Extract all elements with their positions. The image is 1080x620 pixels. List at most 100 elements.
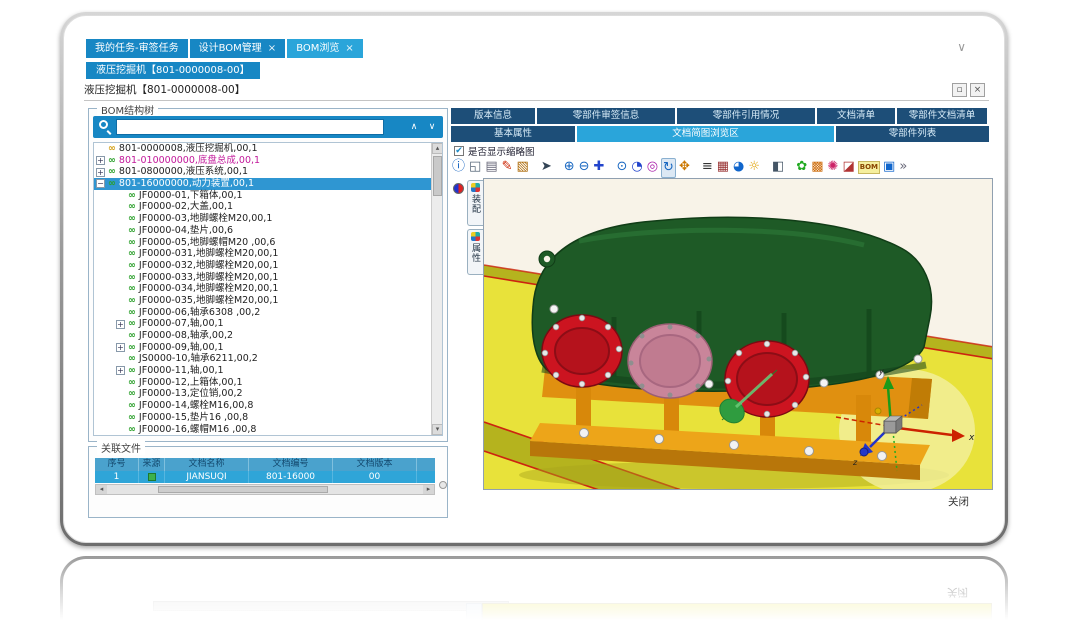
tree-item[interactable]: ∞JF0000-035,地脚螺栓M20,00,1 — [94, 295, 431, 307]
select-cursor-icon[interactable]: ➤ — [540, 158, 553, 176]
tree-item[interactable]: ∞JF0000-13,定位销,00,2 — [94, 388, 431, 400]
assemble-icon[interactable]: ▩ — [810, 158, 824, 176]
main-tab-1[interactable]: 我的任务-审签任务 — [86, 39, 188, 58]
tree-item[interactable]: ∞JF0000-14,螺栓M16,00,8 — [94, 400, 431, 412]
expander-icon[interactable]: − — [96, 179, 105, 188]
search-prev-icon[interactable]: ∧ — [407, 120, 421, 134]
scroll-thumb[interactable] — [158, 486, 328, 493]
document-subtab[interactable]: 液压挖掘机【801-0000008-00】 — [86, 62, 260, 79]
detail-tab-5[interactable]: 零部件文档清单 — [897, 108, 987, 124]
zoom-out-icon[interactable]: ⊖ — [578, 158, 591, 176]
resize-grip[interactable] — [439, 481, 447, 489]
explode-icon[interactable]: ✿ — [795, 158, 808, 176]
pan-icon[interactable]: ✥ — [678, 158, 691, 176]
tree-item[interactable]: ∞JF0000-033,地脚螺栓M20,00,1 — [94, 272, 431, 284]
column-header-5[interactable]: 文档版本 — [333, 458, 417, 471]
detail-tab2-2[interactable]: 文档简图浏览区 — [577, 126, 834, 142]
info-icon[interactable]: ⓘ — [451, 158, 466, 176]
expander-icon[interactable]: + — [96, 156, 105, 165]
zoom-area-icon[interactable]: ⊙ — [615, 158, 628, 176]
tree-item[interactable]: ∞JF0000-08,轴承,00,2 — [94, 330, 431, 342]
detail-tab-1[interactable]: 版本信息 — [451, 108, 535, 124]
fit-window-icon[interactable]: ✚ — [593, 158, 606, 176]
column-header-2[interactable]: 来源 — [139, 458, 165, 471]
search-next-icon[interactable]: ∨ — [425, 120, 439, 134]
print-icon[interactable]: ▤ — [484, 158, 498, 176]
overflow-icon[interactable]: » — [898, 158, 908, 176]
tab-close-icon[interactable]: × — [345, 44, 353, 54]
annotate-pen-icon[interactable]: ✎ — [501, 158, 514, 176]
expander-icon[interactable]: + — [116, 343, 125, 352]
expander-icon[interactable]: + — [96, 168, 105, 177]
tree-item[interactable]: +∞801-010000000,底盘总成,00,1 — [94, 155, 431, 167]
tree-scrollbar[interactable]: ▴ ▾ — [431, 143, 442, 435]
close-button[interactable]: 关闭 — [948, 494, 969, 509]
render-mode-icon[interactable]: ◕ — [732, 158, 745, 176]
tree-item[interactable]: ∞JF0000-16,螺帽M16 ,00,8 — [94, 424, 431, 436]
main-tab-3[interactable]: BOM浏览× — [287, 39, 363, 58]
column-header-3[interactable]: 文档名称 — [165, 458, 249, 471]
detail-tab2-1[interactable]: 基本属性 — [451, 126, 575, 142]
tree-item[interactable]: ∞JF0000-034,地脚螺栓M20,00,1 — [94, 283, 431, 295]
tree-item[interactable]: ∞JF0000-05,地脚螺帽M20 ,00,6 — [94, 237, 431, 249]
tree-item[interactable]: +∞JF0000-09,轴,00,1 — [94, 342, 431, 354]
tree-item[interactable]: ∞JF0000-031,地脚螺栓M20,00,1 — [94, 248, 431, 260]
image-icon[interactable]: ▧ — [516, 158, 530, 176]
expander-icon[interactable]: + — [116, 320, 125, 329]
main-tab-2[interactable]: 设计BOM管理× — [190, 39, 286, 58]
table-hscrollbar[interactable]: ◂ ▸ — [95, 484, 435, 495]
print-preview-icon[interactable]: ◱ — [468, 158, 482, 176]
section-icon[interactable]: ✺ — [827, 158, 840, 176]
view-mode-pie-icon[interactable] — [453, 183, 464, 194]
side-tab-2[interactable]: 属性 — [467, 229, 483, 275]
zoom-in-icon[interactable]: ⊕ — [563, 158, 576, 176]
scroll-thumb[interactable] — [433, 156, 442, 196]
thumbnail-checkbox[interactable]: ✔ — [454, 146, 464, 156]
detail-tab-4[interactable]: 文档清单 — [817, 108, 895, 124]
bom-icon[interactable]: BOM — [858, 161, 880, 174]
screen-icon[interactable]: ▣ — [882, 158, 896, 176]
expander-icon[interactable]: + — [116, 366, 125, 375]
tree-item[interactable]: −∞801-16000000,动力装置,00,1 — [94, 178, 431, 190]
tree-item-label: 801-010000000,底盘总成,00,1 — [119, 155, 260, 167]
tree-item[interactable]: ∞JF0000-02,大盖,00,1 — [94, 201, 431, 213]
scroll-down-icon[interactable]: ▾ — [432, 424, 443, 435]
restore-window-icon[interactable]: ▫ — [952, 83, 967, 97]
table-row[interactable]: 1JIANSUQI801-1600000 — [95, 471, 435, 483]
tree-item[interactable]: ∞JF0000-06,轴承6308 ,00,2 — [94, 307, 431, 319]
tree-item[interactable]: +∞JF0000-11,轴,00,1 — [94, 365, 431, 377]
snapshot-icon[interactable]: ◧ — [771, 158, 785, 176]
detail-tab2-3[interactable]: 零部件列表 — [836, 126, 989, 142]
tree-item[interactable]: ∞JF0000-03,地脚螺栓M20,00,1 — [94, 213, 431, 225]
tree-item[interactable]: ∞JF0000-04,垫片,00,6 — [94, 225, 431, 237]
tree-item[interactable]: +∞JF0000-07,轴,00,1 — [94, 318, 431, 330]
close-window-icon[interactable]: × — [970, 83, 985, 97]
tree-item[interactable]: ∞JF0000-01,下箱体,00,1 — [94, 190, 431, 202]
tab-close-icon[interactable]: × — [268, 44, 276, 54]
zoom-dynamic-icon[interactable]: ◔ — [630, 158, 643, 176]
column-header-4[interactable]: 文档编号 — [249, 458, 333, 471]
scroll-left-icon[interactable]: ◂ — [96, 485, 107, 494]
scroll-right-icon[interactable]: ▸ — [423, 485, 434, 494]
scroll-up-icon[interactable]: ▴ — [432, 143, 443, 154]
detail-tab-3[interactable]: 零部件引用情况 — [677, 108, 815, 124]
tree-item[interactable]: ∞JF0000-12,上箱体,00,1 — [94, 377, 431, 389]
rotate-center-icon[interactable]: ◎ — [646, 158, 659, 176]
layers-icon[interactable]: ≡ — [701, 158, 714, 176]
side-tab-1[interactable]: 装配 — [467, 180, 483, 226]
measure-icon[interactable]: ▦ — [716, 158, 730, 176]
light-icon[interactable]: ☼ — [747, 158, 761, 176]
tree-item[interactable]: ∞JF0000-032,地脚螺栓M20,00,1 — [94, 260, 431, 272]
rotate-icon[interactable]: ↻ — [661, 158, 676, 178]
column-header-6[interactable]: 文档格式 — [417, 458, 435, 471]
tree-item[interactable]: ∞801-0000008,液压挖掘机,00,1 — [94, 143, 431, 155]
eraser-icon[interactable]: ◪ — [841, 158, 855, 176]
search-input[interactable] — [116, 119, 384, 135]
3d-viewport[interactable]: x y z — [483, 178, 993, 490]
collapse-chevron-icon[interactable]: ∨ — [957, 40, 966, 54]
tree-item[interactable]: ∞JF0000-15,垫片16 ,00,8 — [94, 412, 431, 424]
tree-item[interactable]: +∞801-0800000,液压系统,00,1 — [94, 166, 431, 178]
column-header-1[interactable]: 序号 — [95, 458, 139, 471]
tree-item[interactable]: ∞JS0000-10,轴承6211,00,2 — [94, 353, 431, 365]
detail-tab-2[interactable]: 零部件审签信息 — [537, 108, 675, 124]
